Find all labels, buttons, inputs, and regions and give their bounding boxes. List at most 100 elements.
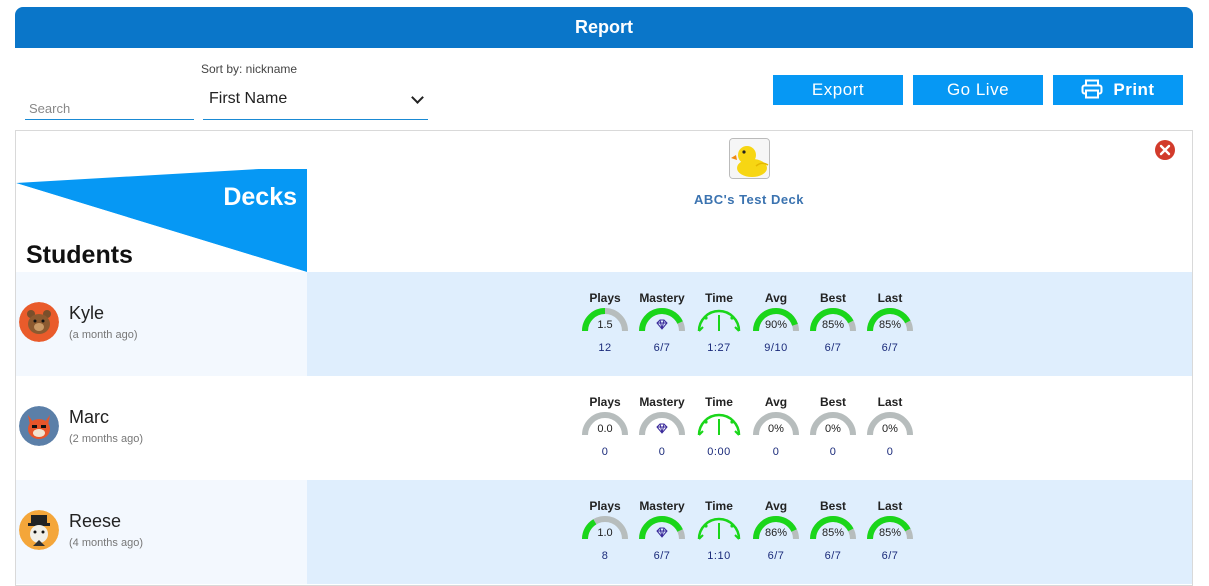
stat-value: 6/7 [653,550,671,562]
diamond-gauge-icon [634,410,690,440]
gauge-value: 85% [821,319,845,331]
student-last-active: (4 months ago) [69,537,143,549]
stat-value: 0 [658,446,666,458]
stat-plays[interactable]: Plays 1.5 12 [577,290,633,360]
stat-label: Avg [764,499,788,513]
stat-label: Best [819,291,846,305]
stat-value: 6/7 [824,550,842,562]
stat-label: Avg [764,395,788,409]
stat-label: Last [877,291,903,305]
close-icon[interactable] [1154,139,1176,161]
rubber-duck-icon[interactable] [729,138,770,179]
report-grid: Decks Students ABC's Test Deck Kyle (a m… [15,130,1193,586]
stat-best[interactable]: Best 0% 0 [805,394,861,464]
stat-avg[interactable]: Avg 90% 9/10 [748,290,804,360]
table-row[interactable]: Kyle (a month ago) Plays 1.5 12 Mastery 6/7 Tim… [16,272,1192,376]
stat-label: Mastery [639,291,685,305]
gauge-value: 90% [764,319,788,331]
student-last-active: (2 months ago) [69,433,143,445]
stat-value: 9/10 [764,342,788,354]
deck-column-header: ABC's Test Deck [307,131,1192,272]
report-page: Report Sort by: nickname First Name Expo… [0,0,1209,586]
gauge-value: 86% [764,527,788,539]
gauge-value: 0% [825,423,841,435]
grid-corner-header: Decks Students [16,131,307,272]
stat-label: Avg [764,291,788,305]
table-row[interactable]: Marc (2 months ago) Plays 0.0 0 Mastery 0 Time 0… [16,376,1192,480]
stat-value: 6/7 [824,342,842,354]
stat-avg[interactable]: Avg 0% 0 [748,394,804,464]
gauge-value: 85% [878,319,902,331]
stat-last[interactable]: Last 85% 6/7 [862,290,918,360]
stat-label: Best [819,395,846,409]
table-row[interactable]: Reese (4 months ago) Plays 1.0 8 Mastery 6/7 Ti… [16,480,1192,584]
student-name[interactable]: Kyle [69,303,104,324]
diamond-gauge-icon [634,306,690,336]
stat-plays[interactable]: Plays 1.0 8 [577,498,633,568]
stat-mastery[interactable]: Mastery 0 [634,394,690,464]
stat-value: 0 [886,446,894,458]
stat-time[interactable]: Time 0:00 [691,394,747,464]
diamond-gauge-icon [634,514,690,544]
student-cell[interactable]: Kyle (a month ago) [16,272,307,376]
stat-mastery[interactable]: Mastery 6/7 [634,290,690,360]
stat-last[interactable]: Last 85% 6/7 [862,498,918,568]
stats-group: Plays 1.5 12 Mastery 6/7 Time 1:27 Avg 90% 9/10 Be… [577,290,917,360]
stat-best[interactable]: Best 85% 6/7 [805,498,861,568]
sort-select-value: First Name [209,90,288,107]
student-name[interactable]: Marc [69,407,109,428]
stat-label: Mastery [639,499,685,513]
avatar [19,302,59,342]
stat-best[interactable]: Best 85% 6/7 [805,290,861,360]
avatar [19,510,59,550]
stat-value: 6/7 [767,550,785,562]
student-cell[interactable]: Reese (4 months ago) [16,480,307,584]
sort-select[interactable]: First Name [203,82,428,120]
page-title: Report [15,7,1193,48]
search-input[interactable] [25,89,194,120]
gauge-value: 0% [882,423,898,435]
stopwatch-icon [691,306,747,336]
stat-label: Time [705,395,733,409]
stat-mastery[interactable]: Mastery 6/7 [634,498,690,568]
stat-plays[interactable]: Plays 0.0 0 [577,394,633,464]
student-cell[interactable]: Marc (2 months ago) [16,376,307,480]
chevron-down-icon [411,91,424,104]
stat-label: Time [705,291,733,305]
stat-time[interactable]: Time 1:10 [691,498,747,568]
stat-last[interactable]: Last 0% 0 [862,394,918,464]
student-name[interactable]: Reese [69,511,121,532]
stat-value: 6/7 [881,550,899,562]
print-button[interactable]: Print [1053,75,1183,105]
stopwatch-icon [691,410,747,440]
stat-avg[interactable]: Avg 86% 6/7 [748,498,804,568]
deck-name[interactable]: ABC's Test Deck [599,192,899,207]
deck-stats-cell[interactable]: Plays 1.0 8 Mastery 6/7 Time 1:10 Avg 86% 6/7 Best… [307,480,1192,584]
stopwatch-icon [691,514,747,544]
stat-label: Plays [589,499,621,513]
stat-label: Plays [589,291,621,305]
stat-time[interactable]: Time 1:27 [691,290,747,360]
export-button[interactable]: Export [773,75,903,105]
deck-stats-cell[interactable]: Plays 0.0 0 Mastery 0 Time 0:00 Avg 0% 0 Best 0% 0 La… [307,376,1192,480]
gauge-value: 85% [878,527,902,539]
gauge-value: 0.0 [597,423,613,435]
students-label: Students [26,241,133,269]
gauge-value: 0% [768,423,784,435]
stat-value: 8 [601,550,609,562]
stat-value: 1:10 [707,550,731,562]
stat-value: 0 [601,446,609,458]
stat-value: 6/7 [881,342,899,354]
stat-label: Plays [589,395,621,409]
deck-stats-cell[interactable]: Plays 1.5 12 Mastery 6/7 Time 1:27 Avg 90% 9/10 Be… [307,272,1192,376]
printer-icon [1081,79,1103,99]
avatar [19,406,59,446]
student-last-active: (a month ago) [69,329,138,341]
go-live-button[interactable]: Go Live [913,75,1043,105]
stats-group: Plays 0.0 0 Mastery 0 Time 0:00 Avg 0% 0 Best 0% 0 La… [577,394,917,464]
stat-value: 1:27 [707,342,731,354]
gauge-value: 85% [821,527,845,539]
stats-group: Plays 1.0 8 Mastery 6/7 Time 1:10 Avg 86% 6/7 Best… [577,498,917,568]
print-button-label: Print [1113,80,1155,99]
sort-label: Sort by: nickname [201,62,298,76]
